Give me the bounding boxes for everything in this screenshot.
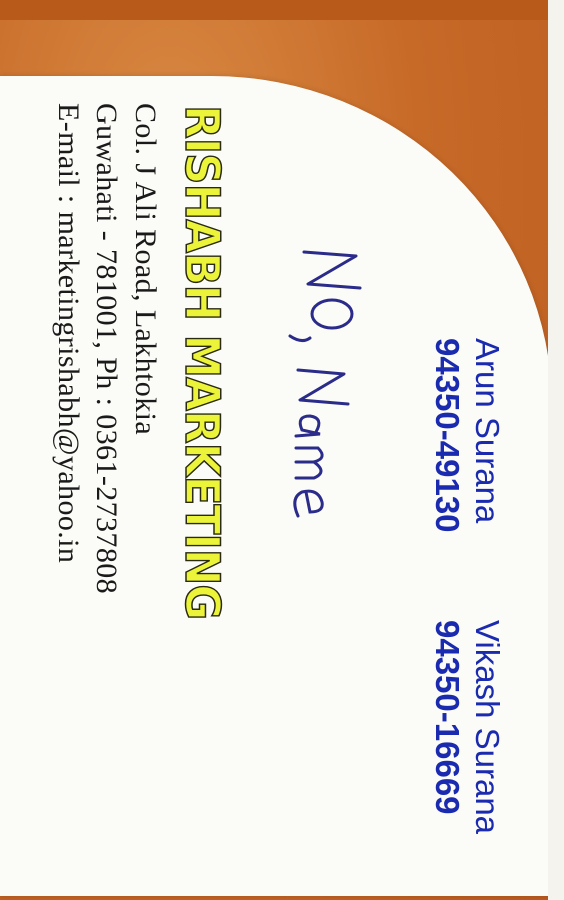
contact-2-name: Vikash Surana [469,620,506,835]
address-line-2: Guwahati - 781001, Ph : 0361-2737808 [90,103,123,595]
contact-1-name: Arun Surana [469,338,506,524]
contact-1-phone: 94350-49130 [429,338,466,533]
email-line: E-mail : marketingrishabh@yahoo.in [52,103,85,564]
photo-background: Arun Surana 94350-49130 Vikash Surana 94… [0,0,564,900]
handwritten-note [288,250,362,518]
contact-2-phone: 94350-16669 [429,620,466,815]
address-line-1: Col. J Ali Road, Lakhtokia [129,103,162,436]
company-name: RISHABH MARKETING [173,104,229,620]
card-content: Arun Surana 94350-49130 Vikash Surana 94… [0,0,564,900]
